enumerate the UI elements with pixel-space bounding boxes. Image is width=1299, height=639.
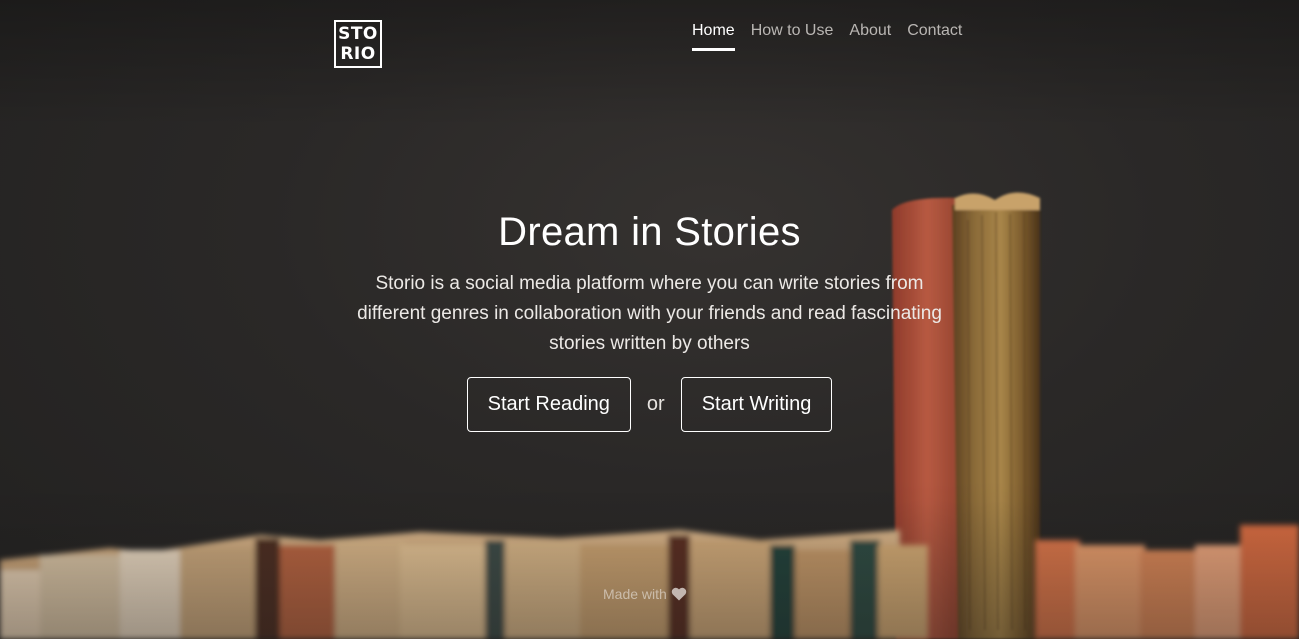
hero-section: Dream in Stories Storio is a social medi… [0,210,1299,432]
logo-line-1: STO [338,24,378,44]
hero-title: Dream in Stories [498,210,801,254]
start-writing-button[interactable]: Start Writing [680,377,833,432]
start-reading-button[interactable]: Start Reading [466,377,631,432]
storio-logo[interactable]: STO RIO [334,20,382,68]
nav-home[interactable]: Home [692,22,735,51]
cta-row: Start Reading or Start Writing [0,377,1299,432]
made-with-text: Made with [603,586,667,602]
or-separator: or [646,393,665,415]
nav-about[interactable]: About [849,22,891,51]
main-nav: Home How to Use About Contact [692,22,962,51]
hero-description: Storio is a social media platform where … [357,273,942,354]
nav-how-to-use[interactable]: How to Use [751,22,834,51]
nav-contact[interactable]: Contact [907,22,962,51]
landing-page: STO RIO Home How to Use About Contact Dr… [0,0,1299,639]
made-with-note: Made with [603,586,687,602]
logo-line-2: RIO [340,44,376,64]
heart-icon [671,587,687,601]
